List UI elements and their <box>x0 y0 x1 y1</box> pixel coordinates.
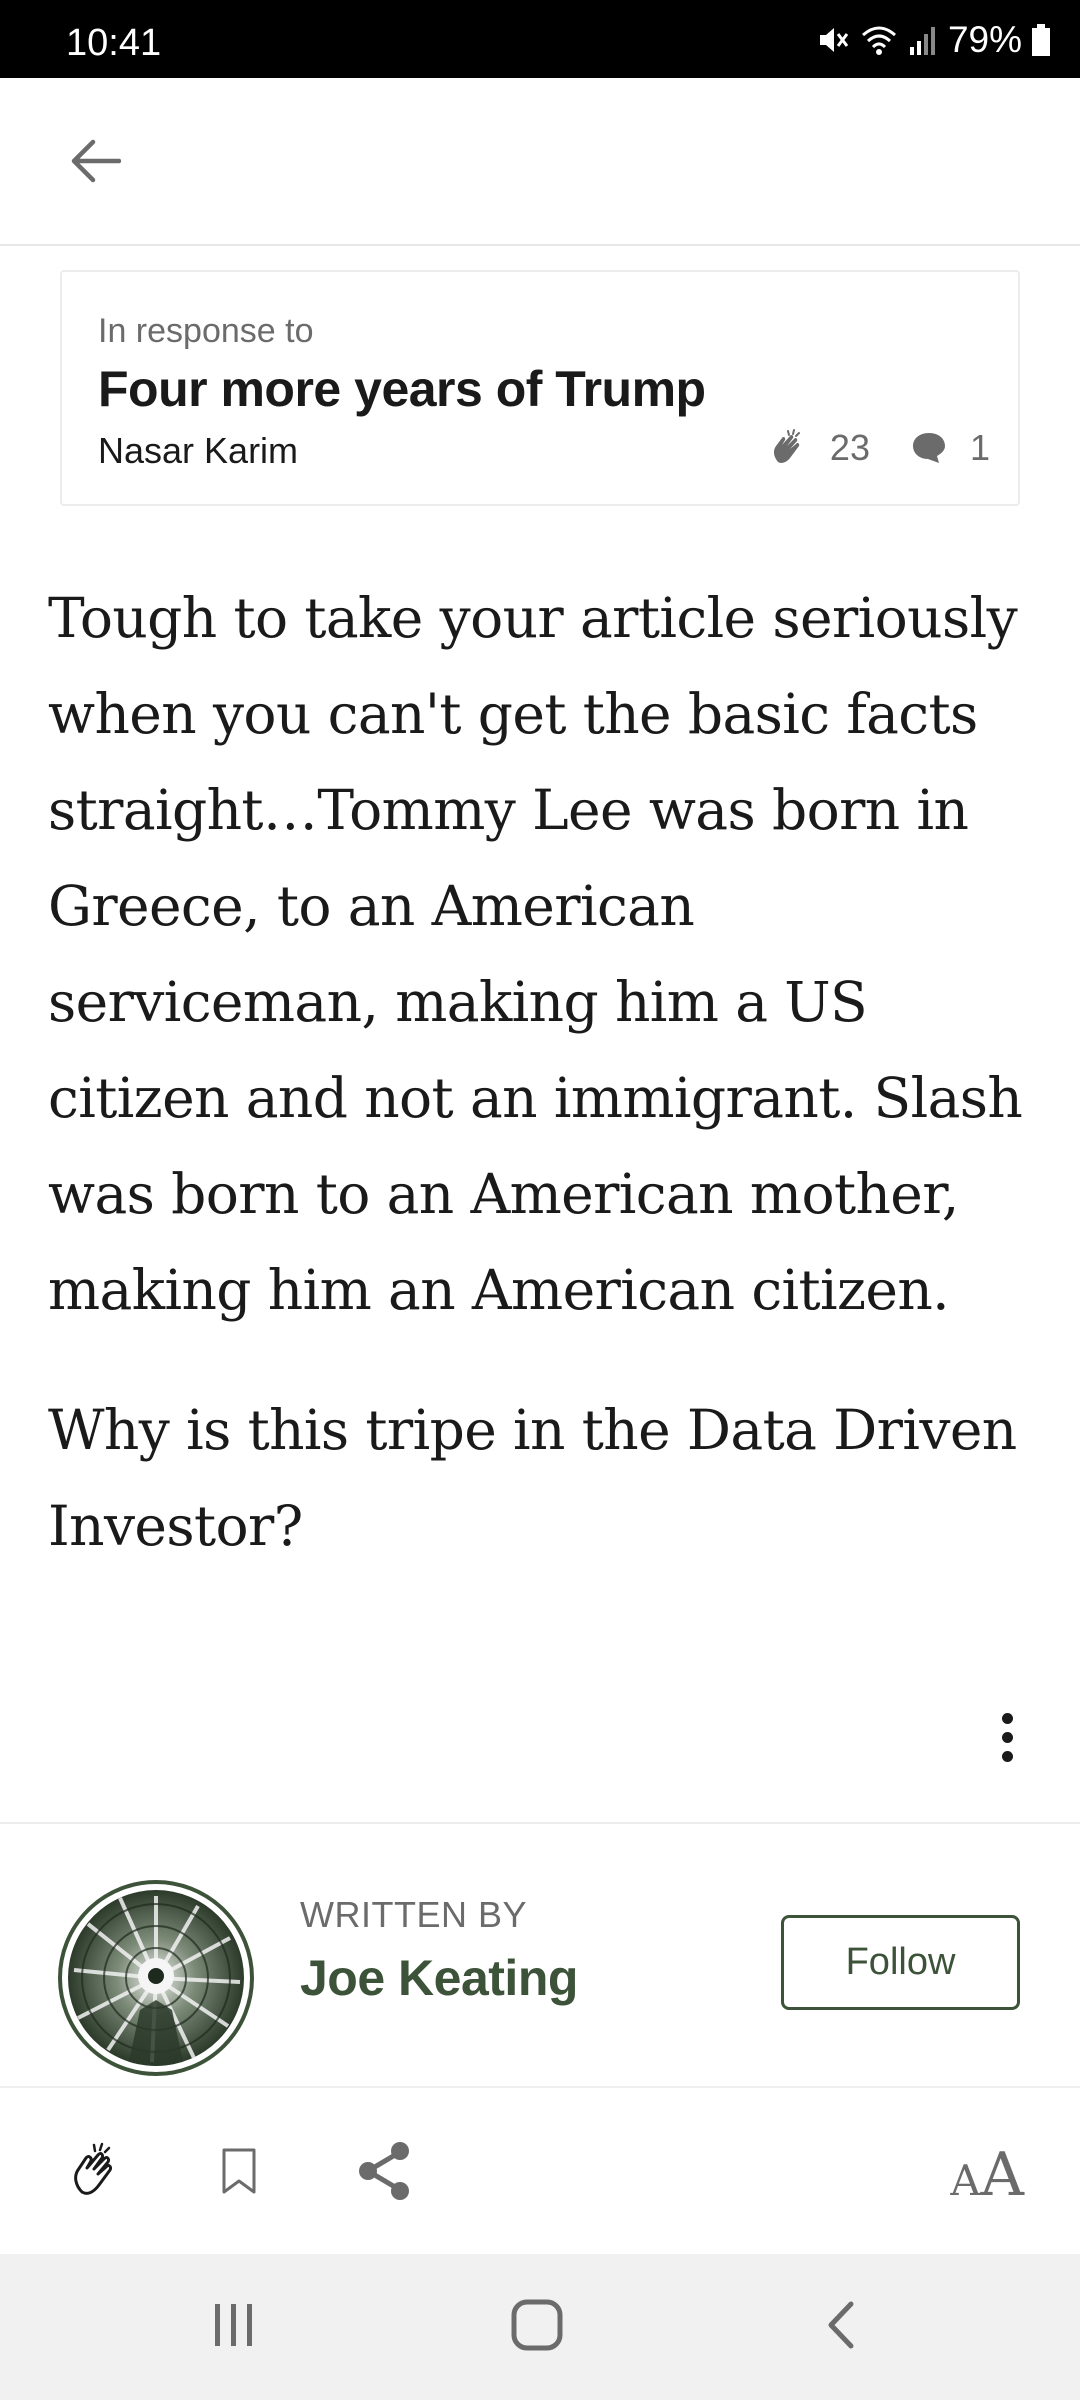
clap-button[interactable] <box>60 2138 130 2208</box>
clap-count-group: 23 <box>768 427 870 469</box>
home-icon <box>510 2298 564 2357</box>
author-section: WRITTEN BY Joe Keating Follow <box>0 1824 1080 2086</box>
response-title[interactable]: Four more years of Trump <box>98 360 706 418</box>
battery-percent: 79% <box>947 19 1022 60</box>
action-bar: A A <box>0 2086 1080 2254</box>
recents-button[interactable] <box>189 2292 279 2362</box>
home-button[interactable] <box>492 2292 582 2362</box>
response-stats: 23 1 <box>768 427 990 469</box>
written-by-label: WRITTEN BY <box>300 1894 527 1935</box>
text-size-small: A <box>950 2156 981 2205</box>
clap-icon <box>66 2142 124 2205</box>
author-name[interactable]: Joe Keating <box>300 1949 578 2007</box>
response-author[interactable]: Nasar Karim <box>98 430 298 472</box>
share-icon <box>354 2140 414 2207</box>
signal-icon <box>908 23 938 57</box>
system-nav-bar <box>0 2254 1080 2400</box>
article-body: Tough to take your article seriously whe… <box>48 570 1038 1574</box>
comment-icon <box>910 430 970 466</box>
status-icons: 79% <box>816 19 1050 60</box>
comment-count-group: 1 <box>910 427 990 469</box>
recents-icon <box>209 2302 259 2353</box>
more-vertical-icon <box>1001 1712 1013 1762</box>
bookmark-icon <box>220 2147 258 2200</box>
text-size-large: A <box>980 2140 1024 2210</box>
app-bar <box>0 78 1080 246</box>
battery-icon <box>1032 24 1050 56</box>
more-options-button[interactable] <box>975 1705 1039 1769</box>
nav-back-icon <box>823 2300 857 2355</box>
clap-count: 23 <box>829 427 870 468</box>
status-time: 10:41 <box>66 22 162 64</box>
response-card[interactable]: In response to Four more years of Trump … <box>60 270 1020 506</box>
response-label: In response to <box>98 312 314 350</box>
share-button[interactable] <box>349 2138 419 2208</box>
comment-count: 1 <box>969 427 990 468</box>
avatar[interactable] <box>58 1880 254 2076</box>
article-paragraph: Why is this tripe in the Data Driven Inv… <box>48 1398 1017 1558</box>
article-paragraph: Tough to take your article seriously whe… <box>48 586 1023 1322</box>
bookmark-button[interactable] <box>204 2138 274 2208</box>
nav-back-button[interactable] <box>795 2292 885 2362</box>
follow-button[interactable]: Follow <box>781 1915 1020 2010</box>
clap-icon <box>768 428 830 468</box>
wifi-icon <box>860 23 898 57</box>
back-button[interactable] <box>60 128 130 198</box>
mute-icon <box>816 23 850 57</box>
arrow-left-icon <box>69 137 122 190</box>
status-bar: 10:41 79% <box>0 0 1080 78</box>
text-size-button[interactable]: A A <box>950 2140 1024 2210</box>
